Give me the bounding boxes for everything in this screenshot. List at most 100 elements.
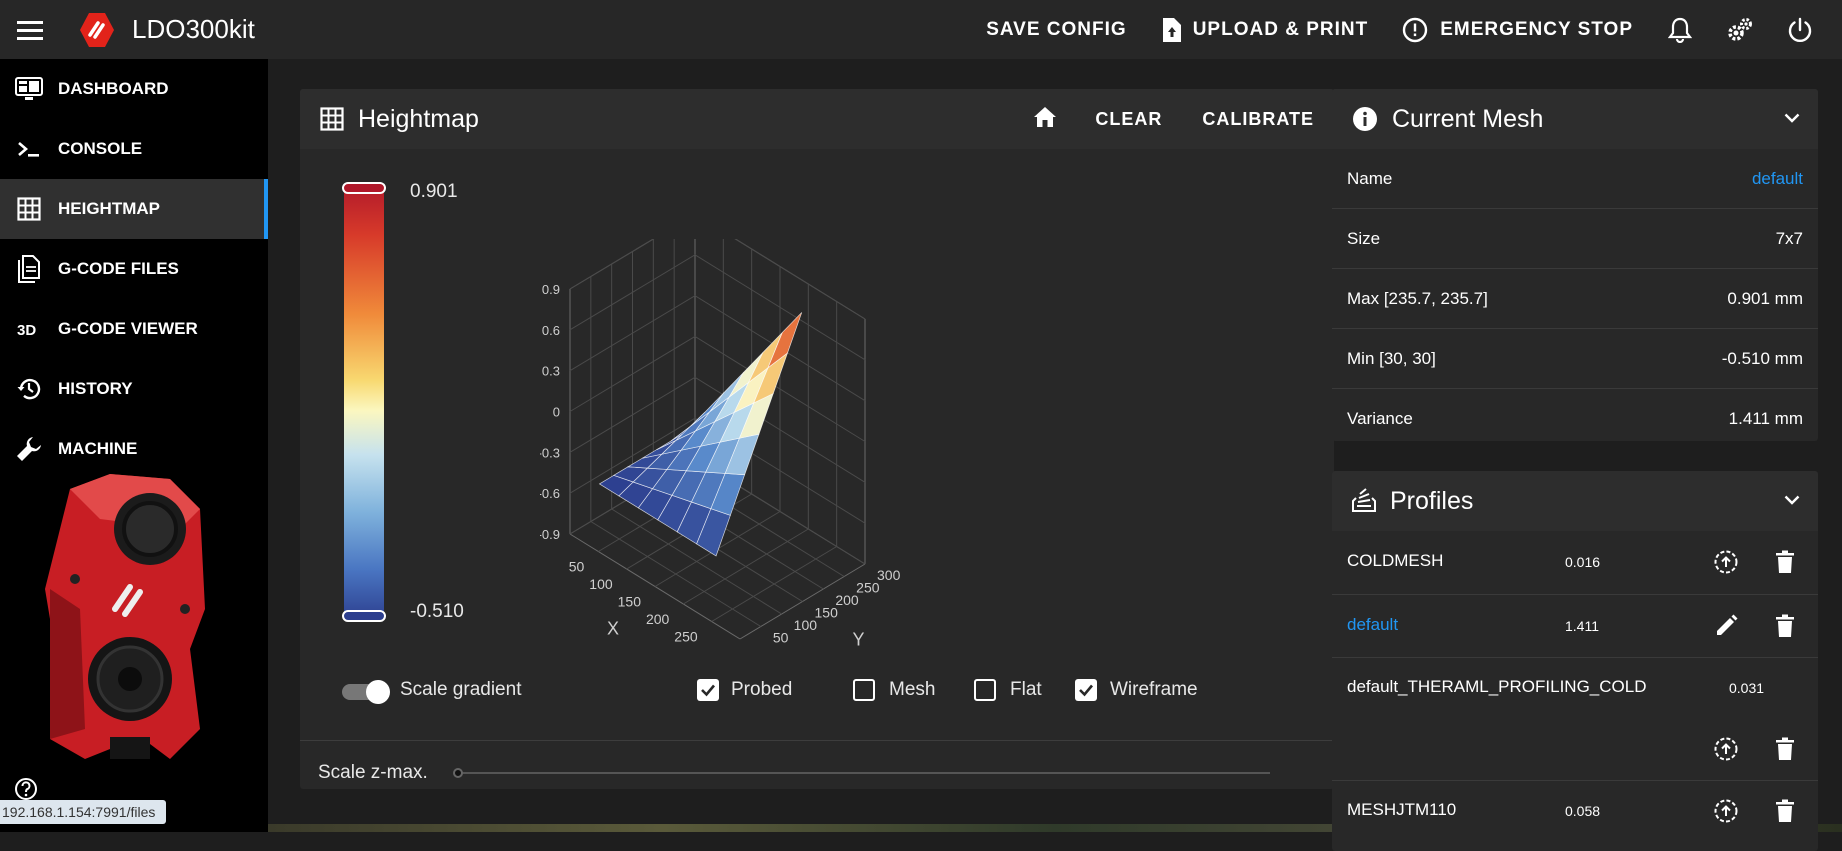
mesh-checkbox[interactable] [853,679,875,701]
wireframe-checkbox[interactable] [1075,679,1097,701]
bell-icon[interactable] [1650,0,1710,59]
heightmap-title: Heightmap [358,104,479,133]
x-tick-label: 250 [674,629,698,645]
toolhead-image [40,469,220,769]
load-profile-icon[interactable] [1711,734,1741,764]
heightmap-controls: Scale gradient Probed Mesh Flat Wirefram… [300,669,1334,713]
files-icon [14,254,44,284]
scale-zmax-thumb[interactable] [453,768,463,778]
status-url: 192.168.1.154:7991/files [0,800,166,824]
profile-row: default_THERAML_PROFILING_COLD 0.031 [1332,657,1818,781]
mesh-row-variance: Variance 1.411 mm [1332,389,1818,448]
profile-name[interactable]: default [1347,615,1398,635]
load-profile-icon[interactable] [1711,796,1741,826]
sidebar-item-label: HISTORY [58,379,133,398]
divider [300,740,1334,741]
scale-zmax-slider[interactable] [460,772,1270,774]
current-mesh-header[interactable]: Current Mesh [1332,89,1818,149]
save-config-label: SAVE CONFIG [986,18,1127,40]
sidebar-item-label: MACHINE [58,439,138,458]
profile-name[interactable]: COLDMESH [1347,551,1443,571]
probed-checkbox[interactable] [697,679,719,701]
save-config-button[interactable]: SAVE CONFIG [969,0,1144,59]
dashboard-icon [14,74,44,104]
sidebar-item-console[interactable]: CONSOLE [0,119,268,179]
wireframe-label: Wireframe [1110,679,1198,700]
power-icon[interactable] [1770,0,1830,59]
mesh-row-value: 7x7 [1775,228,1803,248]
upload-print-button[interactable]: UPLOAD & PRINT [1144,0,1386,59]
mesh-row-label: Min [30, 30] [1347,348,1436,368]
emergency-stop-button[interactable]: EMERGENCY STOP [1385,0,1650,59]
scale-gradient-toggle[interactable] [342,680,390,704]
profile-row: COLDMESH 0.016 [1332,531,1818,595]
y-axis-label: Y [853,630,865,650]
profile-value: 0.016 [1565,554,1601,570]
current-mesh-card: Current Mesh Name default Size 7x7 Max [… [1332,89,1818,441]
home-button[interactable] [1015,106,1075,133]
mesh-row-label: Variance [1347,408,1413,428]
calibrate-button[interactable]: CALIBRATE [1182,109,1334,130]
probed-label: Probed [731,679,793,700]
upload-print-label: UPLOAD & PRINT [1192,18,1369,40]
pencil-icon[interactable] [1711,611,1741,641]
mesh-row-value: 0.901 mm [1727,288,1803,308]
sidebar-item-heightmap[interactable]: HEIGHTMAP [0,179,268,239]
chevron-down-icon[interactable] [1784,110,1800,128]
mesh-row-label: Max [235.7, 235.7] [1347,288,1488,308]
settings-icon[interactable] [1710,0,1770,59]
mesh-row-min: Min [30, 30] -0.510 mm [1332,329,1818,389]
scale-gradient-label: Scale gradient [400,679,522,700]
console-icon [14,134,44,164]
heightmap-3d-chart[interactable]: 0.90.60.30-0.3-0.6-0.9501001502002505010… [540,239,1020,659]
delete-icon[interactable] [1770,734,1800,764]
grid-icon [14,194,44,224]
z-tick-label: -0.9 [540,527,560,542]
mesh-row-value: -0.510 mm [1721,348,1803,368]
clear-button[interactable]: CLEAR [1075,109,1182,130]
chart-gridline [569,239,866,320]
app-bar: LDO300kit SAVE CONFIG UPLOAD & PRINT EME… [0,0,1842,59]
delete-icon[interactable] [1770,547,1800,577]
x-tick-label: 200 [646,611,670,627]
z-tick-label: 0 [553,405,560,420]
alert-circle-icon [1403,17,1428,42]
menu-icon[interactable] [0,0,60,59]
load-profile-icon[interactable] [1711,547,1741,577]
z-tick-label: -0.6 [540,486,560,501]
profiles-title: Profiles [1390,486,1474,515]
info-icon [1352,106,1378,132]
flat-checkbox[interactable] [974,679,996,701]
z-tick-label: 0.9 [542,282,560,297]
delete-icon[interactable] [1770,611,1800,641]
mesh-row-max: Max [235.7, 235.7] 0.901 mm [1332,269,1818,329]
3d-icon: 3D [14,314,44,344]
layers-icon [1352,488,1376,514]
app-title: LDO300kit [132,14,255,44]
emergency-stop-label: EMERGENCY STOP [1440,18,1633,40]
history-icon [14,374,44,404]
profile-name[interactable]: default_THERAML_PROFILING_COLD [1347,677,1647,697]
sidebar-item-dashboard[interactable]: DASHBOARD [0,59,268,119]
sidebar-item-label: HEIGHTMAP [58,199,160,218]
wrench-icon [14,434,44,464]
gradient-max-label: 0.901 [410,181,458,202]
delete-icon[interactable] [1770,796,1800,826]
profiles-header[interactable]: Profiles [1332,471,1818,531]
current-mesh-title: Current Mesh [1392,104,1544,133]
main-content: Heightmap CLEAR CALIBRATE 0.901 -0.510 0… [268,59,1842,851]
sidebar-item-label: CONSOLE [58,139,143,158]
profile-value: 0.031 [1729,680,1765,696]
file-upload-icon [1162,17,1181,42]
sidebar-item-gcode-files[interactable]: G-CODE FILES [0,239,268,299]
sidebar-item-gcode-viewer[interactable]: 3D G-CODE VIEWER [0,299,268,359]
mesh-row-value: default [1751,168,1803,188]
sidebar: DASHBOARD CONSOLE HEIGHTMAP G-CODE FILES… [0,59,268,832]
sidebar-item-history[interactable]: HISTORY [0,359,268,419]
mesh-row-label: Name [1347,168,1393,188]
profile-name[interactable]: MESHJTM110 [1347,800,1456,820]
gradient-max-handle [342,182,386,194]
mesh-label: Mesh [889,679,936,700]
mesh-row-name: Name default [1332,149,1818,209]
chevron-down-icon[interactable] [1784,492,1800,510]
